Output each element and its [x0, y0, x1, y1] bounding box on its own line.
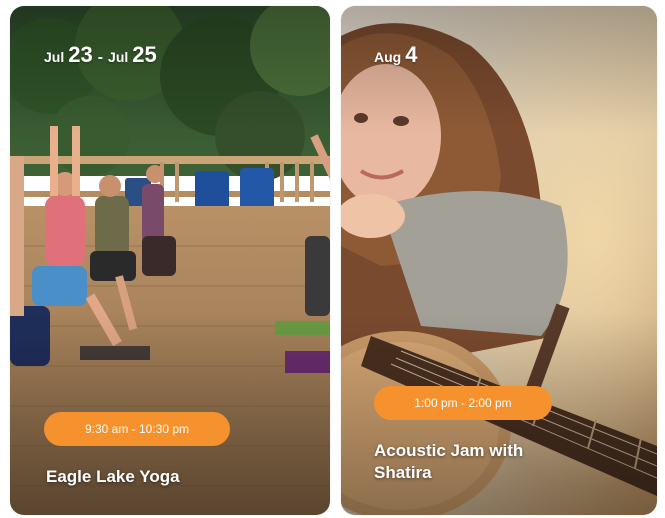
- date-separator: -: [97, 49, 104, 66]
- event-date: Aug 4: [374, 42, 417, 68]
- date-day: 4: [405, 42, 418, 67]
- date-end-month: Jul: [108, 49, 129, 65]
- date-end-day: 25: [132, 42, 157, 67]
- photo-gradient-overlay: [341, 6, 657, 515]
- date-month: Aug: [374, 49, 402, 65]
- event-title[interactable]: Eagle Lake Yoga: [46, 466, 180, 488]
- event-date: Jul 23- Jul 25: [44, 42, 157, 68]
- event-card-acoustic-jam[interactable]: Aug 4 1:00 pm - 2:00 pm Acoustic Jam with…: [341, 6, 657, 515]
- date-start-month: Jul: [44, 49, 65, 65]
- event-card-yoga[interactable]: Jul 23- Jul 25 9:30 am - 10:30 pm Eagle Lak…: [10, 6, 330, 515]
- event-title[interactable]: Acoustic Jam with Shatira: [374, 440, 584, 484]
- date-start-day: 23: [68, 42, 93, 67]
- event-time-pill: 9:30 am - 10:30 pm: [44, 412, 230, 446]
- event-time-pill: 1:00 pm - 2:00 pm: [374, 386, 552, 420]
